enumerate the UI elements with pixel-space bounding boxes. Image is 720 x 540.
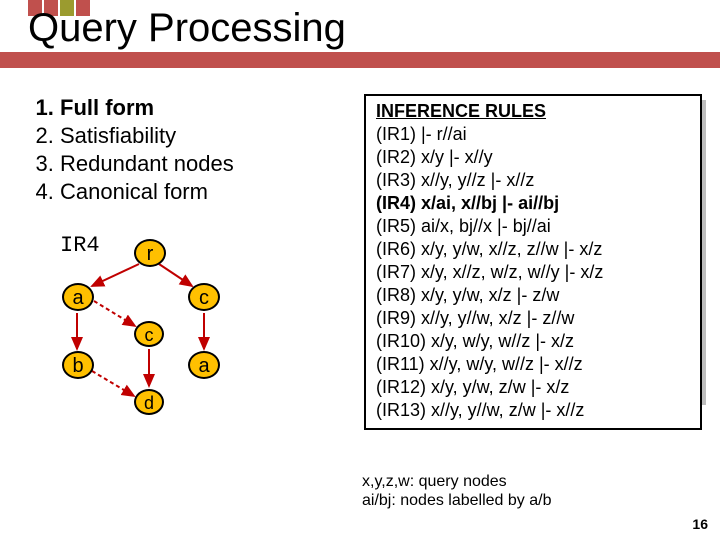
title-bar: Query Processing	[0, 0, 720, 70]
rules-header: INFERENCE RULES	[376, 100, 690, 123]
node-a-right: a	[188, 351, 220, 379]
title-underline	[0, 52, 720, 68]
rule-ir9: (IR9) x//y, y//w, x/z |- z//w	[376, 307, 690, 330]
diagram-label: IR4	[60, 233, 100, 258]
inference-rules-panel: INFERENCE RULES (IR1) |- r//ai (IR2) x/y…	[364, 94, 702, 431]
rule-ir10: (IR10) x/y, w/y, w//z |- x/z	[376, 330, 690, 353]
page-number: 16	[692, 516, 708, 532]
rule-ir6: (IR6) x/y, y/w, x//z, z//w |- x/z	[376, 238, 690, 261]
rule-ir11: (IR11) x//y, w/y, w//z |- x//z	[376, 353, 690, 376]
step-redundant-nodes: Redundant nodes	[60, 150, 352, 178]
rule-ir7: (IR7) x/y, x//z, w/z, w//y |- x/z	[376, 261, 690, 284]
page-title: Query Processing	[28, 6, 346, 51]
rule-ir12: (IR12) x/y, y/w, z/w |- x/z	[376, 376, 690, 399]
footnote: x,y,z,w: query nodes ai/bj: nodes labell…	[362, 472, 551, 510]
node-b: b	[62, 351, 94, 379]
rule-ir4: (IR4) x/ai, x//bj |- ai//bj	[376, 192, 690, 215]
processing-steps: Full form Satisfiability Redundant nodes…	[32, 94, 352, 207]
node-r: r	[134, 239, 166, 267]
step-full-form: Full form	[60, 94, 352, 122]
rule-ir3: (IR3) x//y, y//z |- x//z	[376, 169, 690, 192]
rule-ir1: (IR1) |- r//ai	[376, 123, 690, 146]
rule-ir13: (IR13) x//y, y//w, z/w |- x//z	[376, 399, 690, 422]
node-d: d	[134, 389, 164, 415]
footnote-line-2: ai/bj: nodes labelled by a/b	[362, 491, 551, 510]
rule-ir2: (IR2) x/y |- x//y	[376, 146, 690, 169]
node-a: a	[62, 283, 94, 311]
ir4-diagram: IR4 r a c c b a d	[32, 231, 242, 431]
node-c-right: c	[188, 283, 220, 311]
rule-ir5: (IR5) ai/x, bj//x |- bj//ai	[376, 215, 690, 238]
footnote-line-1: x,y,z,w: query nodes	[362, 472, 551, 491]
node-c-mid: c	[134, 321, 164, 347]
step-canonical-form: Canonical form	[60, 178, 352, 206]
rule-ir8: (IR8) x/y, y/w, x/z |- z/w	[376, 284, 690, 307]
step-satisfiability: Satisfiability	[60, 122, 352, 150]
